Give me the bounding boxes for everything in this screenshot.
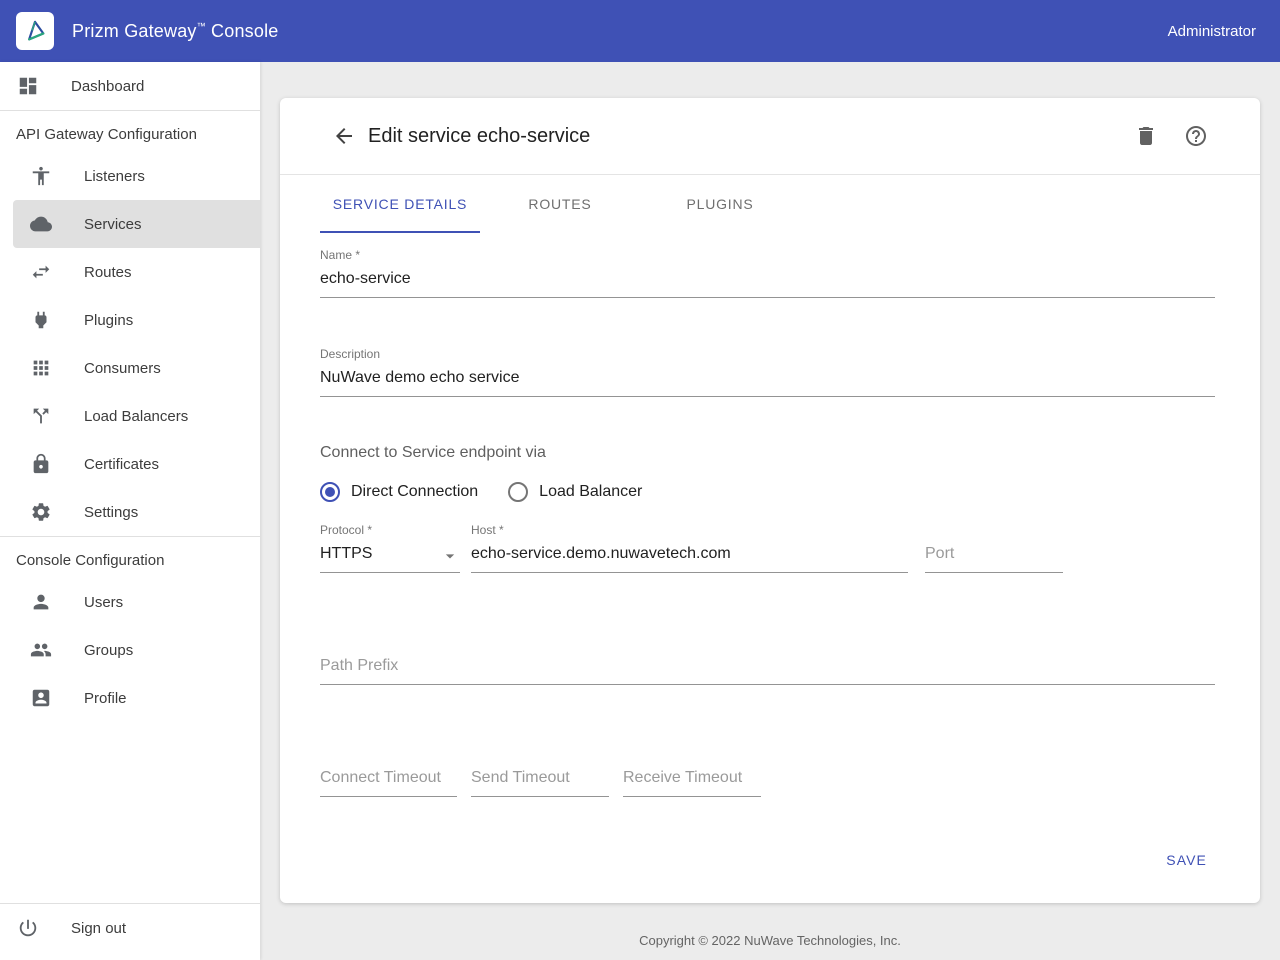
people-icon [30,639,52,661]
call-split-icon [30,405,52,427]
sidebar-item-profile[interactable]: Profile [0,674,260,722]
lock-icon [30,453,52,475]
chevron-down-icon [440,546,460,566]
sidebar-item-label: Certificates [84,456,159,473]
help-icon[interactable] [1184,124,1208,148]
connect-timeout-field-group: Connect Timeout [320,762,457,797]
host-field-label: Host * [471,522,908,538]
sidebar-item-label: Listeners [84,168,145,185]
endpoint-heading: Connect to Service endpoint via [320,441,1215,465]
profile-card-icon [30,687,52,709]
protocol-select[interactable]: HTTPS [320,538,460,573]
plug-icon [30,309,52,331]
section-console-configuration: Console Configuration [0,537,260,578]
sidebar-item-settings[interactable]: Settings [0,488,260,536]
swap-arrows-icon [30,261,52,283]
sidebar-item-users[interactable]: Users [0,578,260,626]
sidebar-item-routes[interactable]: Routes [0,248,260,296]
edit-service-card: Edit service echo-service SERVICE DETAIL… [280,98,1260,903]
description-field-label: Description [320,346,1215,362]
path-prefix-input[interactable]: Path Prefix [320,650,1215,685]
cloud-icon [30,213,52,235]
sidebar-item-consumers[interactable]: Consumers [0,344,260,392]
tab-bar: SERVICE DETAILS ROUTES PLUGINS [280,175,1260,233]
radio-button-icon [508,482,528,502]
trash-icon[interactable] [1134,124,1158,148]
send-timeout-field-group: Send Timeout [471,762,609,797]
back-arrow-icon[interactable] [332,124,356,148]
radio-label: Load Balancer [539,483,642,501]
apps-grid-icon [30,357,52,379]
sidebar-item-groups[interactable]: Groups [0,626,260,674]
sidebar-item-dashboard[interactable]: Dashboard [0,62,260,110]
sidebar-item-label: Services [84,216,142,233]
connection-type-radio-group: Direct Connection Load Balancer [320,478,1215,506]
sidebar-item-listeners[interactable]: Listeners [0,152,260,200]
sidebar-item-label: Dashboard [71,78,144,95]
endpoint-field-row: Protocol * HTTPS Host * echo-service.dem… [320,522,1215,573]
dashboard-icon [17,75,39,97]
app-title: Prizm Gateway™ Console [72,21,279,42]
path-prefix-field-group: Path Prefix [320,650,1215,685]
sidebar-item-plugins[interactable]: Plugins [0,296,260,344]
protocol-field-label: Protocol * [320,522,460,538]
connect-timeout-input[interactable]: Connect Timeout [320,762,457,797]
radio-load-balancer[interactable]: Load Balancer [508,482,642,502]
sidebar-item-label: Load Balancers [84,408,188,425]
protocol-field-group: Protocol * HTTPS [320,522,460,573]
name-input[interactable]: echo-service [320,263,1215,298]
receive-timeout-field-group: Receive Timeout [623,762,761,797]
tab-plugins[interactable]: PLUGINS [640,175,800,233]
radio-button-icon [320,482,340,502]
description-input[interactable]: NuWave demo echo service [320,362,1215,397]
radio-label: Direct Connection [351,483,478,501]
service-details-form: Name * echo-service Description NuWave d… [280,233,1260,797]
card-actions: SAVE [280,797,1260,903]
sidebar-item-label: Settings [84,504,138,521]
name-field-group: Name * echo-service [320,247,1215,298]
prizm-logo-icon [16,12,54,50]
host-input[interactable]: echo-service.demo.nuwavetech.com [471,538,908,573]
person-icon [30,591,52,613]
section-api-gateway-configuration: API Gateway Configuration [0,111,260,152]
sidebar-item-label: Groups [84,642,133,659]
host-field-group: Host * echo-service.demo.nuwavetech.com [471,522,908,573]
sidebar-item-label: Users [84,594,123,611]
receive-timeout-input[interactable]: Receive Timeout [623,762,761,797]
sidebar-item-label: Consumers [84,360,161,377]
sidebar-item-label: Plugins [84,312,133,329]
page-title: Edit service echo-service [368,125,590,148]
port-field-group: Port [925,538,1063,573]
sign-out-label: Sign out [71,920,126,937]
radio-direct-connection[interactable]: Direct Connection [320,482,478,502]
listener-person-icon [30,165,52,187]
main-content: Edit service echo-service SERVICE DETAIL… [260,62,1280,960]
timeout-field-row: Connect Timeout Send Timeout Receive Tim… [320,762,1215,797]
name-field-label: Name * [320,247,1215,263]
sidebar: Dashboard API Gateway Configuration List… [0,62,260,960]
gear-icon [30,501,52,523]
port-input[interactable]: Port [925,538,1063,573]
user-menu[interactable]: Administrator [1168,23,1256,40]
sidebar-item-load-balancers[interactable]: Load Balancers [0,392,260,440]
sidebar-item-certificates[interactable]: Certificates [0,440,260,488]
tab-routes[interactable]: ROUTES [480,175,640,233]
tab-service-details[interactable]: SERVICE DETAILS [320,175,480,233]
card-header: Edit service echo-service [280,98,1260,175]
send-timeout-input[interactable]: Send Timeout [471,762,609,797]
sidebar-item-services[interactable]: Services [13,200,260,248]
description-field-group: Description NuWave demo echo service [320,346,1215,397]
save-button[interactable]: SAVE [1158,843,1215,877]
app-header: Prizm Gateway™ Console Administrator [0,0,1280,62]
power-icon [17,917,39,939]
sidebar-item-label: Routes [84,264,132,281]
sign-out-button[interactable]: Sign out [0,904,260,952]
sidebar-item-label: Profile [84,690,127,707]
signout-block: Sign out [0,903,260,960]
copyright-footer: Copyright © 2022 NuWave Technologies, In… [280,923,1260,960]
